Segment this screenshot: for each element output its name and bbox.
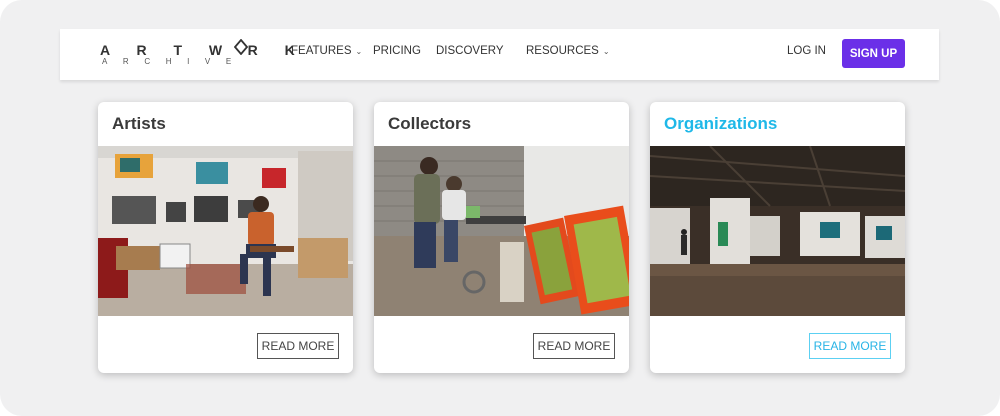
chevron-down-icon: ⌄ (602, 47, 610, 56)
nav-features-label: FEATURES (291, 45, 352, 57)
logo-subtitle: ARCHIVE (102, 57, 247, 66)
card-organizations[interactable]: Organizations READ MORE (650, 102, 905, 373)
collectors-photo (374, 146, 629, 316)
signup-button[interactable]: SIGN UP (842, 39, 905, 68)
logo-diamond-icon (233, 38, 248, 58)
card-artists[interactable]: Artists READ MORE (98, 102, 353, 373)
card-title-artists: Artists (112, 114, 166, 133)
nav-discovery[interactable]: DISCOVERY (436, 45, 504, 57)
page-frame: A R T WR K ARCHIVE FEATURES ⌄ PRICING DIS… (0, 0, 1000, 416)
logo-wordmark: A R T WR K (100, 38, 306, 58)
artwork-archive-logo[interactable]: A R T WR K ARCHIVE (100, 38, 295, 69)
artists-photo (98, 146, 353, 316)
nav-features[interactable]: FEATURES ⌄ (291, 45, 362, 57)
nav-pricing[interactable]: PRICING (373, 45, 421, 57)
top-navbar: A R T WR K ARCHIVE FEATURES ⌄ PRICING DIS… (60, 29, 939, 80)
nav-resources-label: RESOURCES (526, 45, 599, 57)
login-link[interactable]: LOG IN (787, 45, 826, 57)
organizations-photo (650, 146, 905, 316)
read-more-button[interactable]: READ MORE (809, 333, 891, 359)
card-collectors[interactable]: Collectors READ MORE (374, 102, 629, 373)
chevron-down-icon: ⌄ (355, 47, 363, 56)
nav-resources[interactable]: RESOURCES ⌄ (526, 45, 610, 57)
read-more-button[interactable]: READ MORE (257, 333, 339, 359)
read-more-button[interactable]: READ MORE (533, 333, 615, 359)
card-title-organizations: Organizations (664, 114, 778, 133)
card-title-collectors: Collectors (388, 114, 472, 133)
